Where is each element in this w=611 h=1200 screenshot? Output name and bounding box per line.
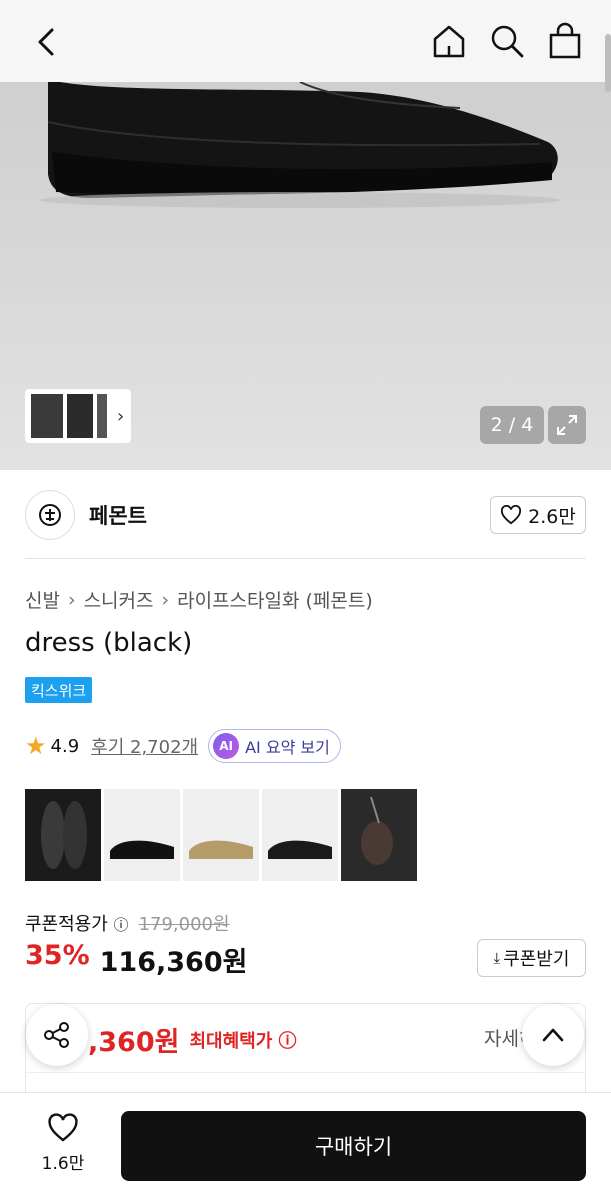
home-icon[interactable] bbox=[431, 22, 467, 60]
reviews-link[interactable]: 후기 2,702개 bbox=[91, 733, 198, 759]
final-price: 116,360원 bbox=[99, 947, 248, 978]
info-icon: ⓘ bbox=[113, 916, 129, 934]
max-benefit-price: ,360원 최대혜택가 ⓘ bbox=[88, 1020, 297, 1059]
brand-row[interactable]: 페몬트 2.6만 bbox=[25, 489, 586, 541]
share-button[interactable] bbox=[26, 1004, 88, 1066]
price-row: 35% 116,360원 bbox=[25, 940, 247, 979]
brand-logo[interactable] bbox=[25, 490, 75, 540]
divider bbox=[26, 1072, 585, 1073]
related-thumbnails bbox=[25, 789, 417, 881]
breadcrumb: 신발 › 스니커즈 › 라이프스타일화 (페몬트) bbox=[25, 586, 373, 613]
gallery-thumb[interactable] bbox=[67, 394, 93, 438]
max-benefit-label: 최대혜택가 ⓘ bbox=[189, 1030, 297, 1052]
chevron-up-icon bbox=[542, 1028, 564, 1042]
event-tag[interactable]: 킥스위크 bbox=[25, 677, 93, 703]
related-thumb[interactable] bbox=[183, 789, 259, 881]
rating-score: 4.9 bbox=[50, 735, 80, 757]
breadcrumb-item[interactable]: 스니커즈 bbox=[84, 586, 154, 613]
coupon-label: 쿠폰적용가 ⓘ bbox=[25, 914, 129, 935]
bottom-bar: 1.6만 구매하기 bbox=[0, 1092, 611, 1200]
breadcrumb-item[interactable]: 라이프스타일화 (페몬트) bbox=[177, 586, 373, 613]
download-icon: ⤓ bbox=[493, 949, 501, 967]
brand-name[interactable]: 페몬트 bbox=[89, 500, 147, 530]
expand-icon[interactable] bbox=[548, 406, 586, 444]
related-thumb[interactable] bbox=[262, 789, 338, 881]
max-benefit-value: ,360원 bbox=[88, 1027, 180, 1058]
related-thumb[interactable] bbox=[341, 789, 417, 881]
scrollbar[interactable] bbox=[605, 34, 611, 92]
coupon-download-label: 쿠폰받기 bbox=[503, 949, 570, 970]
ai-summary-label: AI 요약 보기 bbox=[245, 738, 330, 757]
shopping-bag-icon[interactable] bbox=[547, 22, 583, 60]
share-icon bbox=[44, 1022, 69, 1048]
rating-row: ★ 4.9 후기 2,702개 AI AI 요약 보기 bbox=[25, 728, 341, 764]
related-thumb[interactable] bbox=[25, 789, 101, 881]
related-thumb[interactable] bbox=[104, 789, 180, 881]
chevron-right-icon[interactable]: › bbox=[117, 406, 124, 427]
chevron-right-icon: › bbox=[67, 588, 76, 611]
buy-button[interactable]: 구매하기 bbox=[121, 1111, 586, 1181]
original-price: 179,000원 bbox=[138, 914, 230, 935]
coupon-download-button[interactable]: ⤓ 쿠폰받기 bbox=[477, 939, 586, 977]
heart-icon bbox=[501, 505, 522, 525]
star-icon: ★ bbox=[25, 732, 47, 760]
gallery-thumb[interactable] bbox=[97, 394, 107, 438]
scroll-top-button[interactable] bbox=[522, 1004, 584, 1066]
product-like-count: 1.6만 bbox=[41, 1154, 85, 1174]
breadcrumb-item[interactable]: 신발 bbox=[25, 586, 60, 613]
product-title: dress (black) bbox=[25, 628, 193, 658]
search-icon[interactable] bbox=[489, 22, 525, 60]
gallery-thumbnail-strip[interactable]: › bbox=[25, 389, 131, 443]
nav-icons bbox=[431, 22, 583, 60]
brand-logo-icon bbox=[39, 504, 61, 526]
heart-icon bbox=[48, 1113, 78, 1142]
brand-like-button[interactable]: 2.6만 bbox=[490, 496, 586, 534]
top-nav bbox=[0, 0, 611, 82]
chevron-left-icon[interactable] bbox=[30, 24, 62, 60]
product-like-button[interactable]: 1.6만 bbox=[28, 1113, 98, 1174]
image-counter: 2 / 4 bbox=[480, 406, 544, 444]
ai-summary-button[interactable]: AI AI 요약 보기 bbox=[208, 729, 341, 763]
coupon-price-label: 쿠폰적용가 ⓘ 179,000원 bbox=[25, 910, 230, 936]
discount-rate: 35% bbox=[25, 940, 90, 971]
divider bbox=[25, 558, 586, 559]
gallery-thumb[interactable] bbox=[31, 394, 63, 438]
chevron-right-icon: › bbox=[161, 588, 170, 611]
ai-icon: AI bbox=[213, 733, 240, 759]
brand-like-count: 2.6만 bbox=[528, 505, 576, 528]
